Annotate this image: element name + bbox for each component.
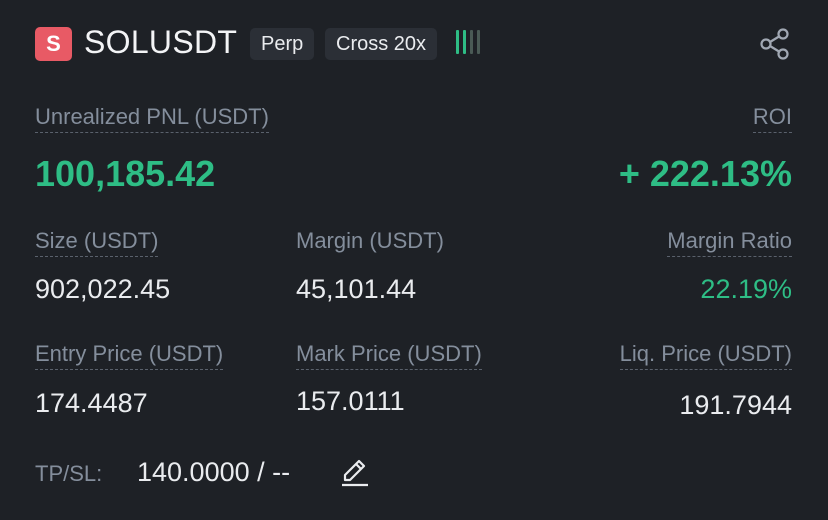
tpsl-label: TP/SL:: [35, 461, 103, 486]
size-label[interactable]: Size (USDT): [35, 228, 159, 257]
size-value: 902,022.45: [35, 274, 171, 304]
margin-label: Margin (USDT): [296, 228, 444, 253]
adl-bars-icon[interactable]: [456, 30, 480, 54]
symbol-badge: S: [35, 27, 72, 61]
entry-price-label[interactable]: Entry Price (USDT): [35, 341, 224, 370]
share-icon[interactable]: [758, 27, 792, 61]
margin-value: 45,101.44: [296, 274, 417, 304]
roi-value: + 222.13%: [618, 153, 792, 194]
pencil-icon[interactable]: [339, 456, 371, 488]
margin-ratio-label[interactable]: Margin Ratio: [667, 228, 792, 257]
tpsl-value: 140.0000 / --: [137, 457, 291, 487]
unrealized-pnl-value: 100,185.42: [35, 153, 216, 194]
liq-price-label[interactable]: Liq. Price (USDT): [619, 341, 792, 370]
roi-label[interactable]: ROI: [752, 104, 792, 133]
perp-tag: Perp: [250, 28, 315, 60]
unrealized-pnl-label[interactable]: Unrealized PNL (USDT): [35, 104, 269, 133]
margin-mode-tag[interactable]: Cross 20x: [325, 28, 438, 60]
mark-price-value: 157.0111: [296, 386, 405, 416]
liq-price-value: 191.7944: [679, 390, 792, 420]
symbol-name[interactable]: SOLUSDT: [84, 24, 237, 61]
entry-price-value: 174.4487: [35, 388, 148, 418]
mark-price-label[interactable]: Mark Price (USDT): [296, 341, 482, 370]
margin-ratio-value: 22.19%: [700, 274, 792, 304]
